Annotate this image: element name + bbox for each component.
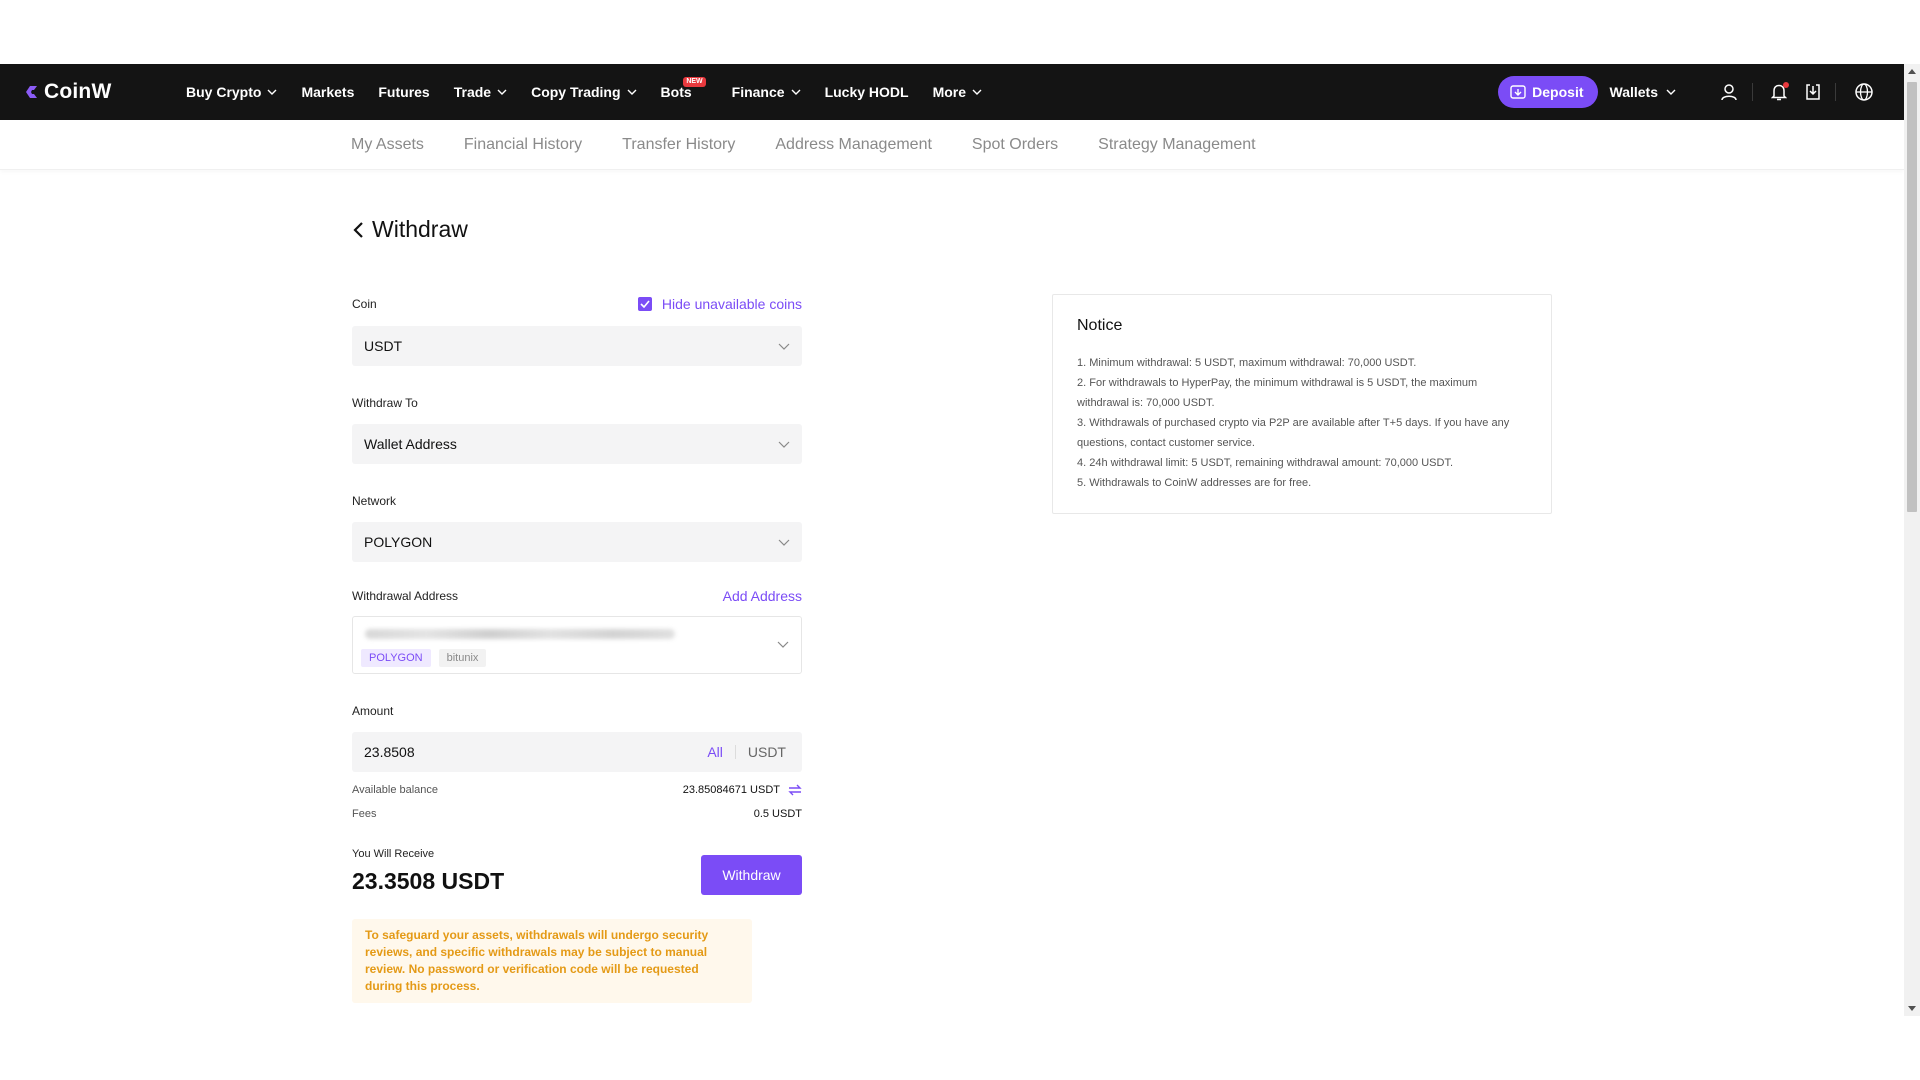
notice-item: 1. Minimum withdrawal: 5 USDT, maximum w…: [1077, 357, 1417, 369]
nav-label: Markets: [301, 84, 355, 100]
chevron-down-icon: [972, 89, 982, 95]
chevron-down-icon: [1666, 89, 1676, 95]
withdrawal-address-label: Withdrawal Address: [352, 589, 459, 603]
nav-futures[interactable]: Futures: [378, 84, 429, 100]
subnav-financial-history[interactable]: Financial History: [464, 136, 582, 154]
globe-icon[interactable]: [1854, 82, 1874, 102]
notice-item: 5. Withdrawals to CoinW addresses are fo…: [1077, 477, 1312, 489]
wallets-label: Wallets: [1609, 84, 1659, 100]
nav-lucky-hodl[interactable]: Lucky HODL: [825, 84, 909, 100]
receive-label: You Will Receive: [352, 848, 435, 860]
transfer-icon[interactable]: [788, 784, 802, 796]
receive-amount: 23.3508 USDT: [352, 868, 505, 894]
withdraw-button[interactable]: Withdraw: [701, 855, 802, 895]
notice-item: 3. Withdrawals of purchased crypto via P…: [1077, 417, 1510, 449]
user-icon[interactable]: [1720, 83, 1738, 101]
chevron-down-icon: [778, 343, 790, 350]
deposit-label: Deposit: [1532, 84, 1584, 100]
scroll-thumb[interactable]: [1907, 82, 1917, 512]
coin-label: Coin: [352, 297, 377, 311]
scroll-down-arrow[interactable]: [1908, 1006, 1916, 1011]
logo-text: CoinW: [44, 80, 112, 103]
nav-label: Copy Trading: [531, 84, 621, 100]
chevron-down-icon: [777, 641, 789, 648]
coinw-logo[interactable]: CoinW: [24, 80, 140, 104]
withdraw-to-label: Withdraw To: [352, 396, 418, 410]
download-icon[interactable]: [1805, 83, 1821, 101]
fees-value: 0.5 USDT: [753, 808, 802, 820]
coin-value: USDT: [364, 338, 403, 354]
amount-label: Amount: [352, 704, 394, 718]
notice-item: 2. For withdrawals to HyperPay, the mini…: [1077, 377, 1478, 409]
withdraw-to-select[interactable]: Wallet Address: [352, 424, 802, 464]
top-navbar: CoinW Buy Crypto Markets Futures Trade C…: [0, 64, 1904, 120]
chevron-down-icon: [791, 89, 801, 95]
deposit-button[interactable]: Deposit: [1498, 76, 1598, 108]
blurred-address: [365, 629, 675, 639]
notice-panel: Notice 1. Minimum withdrawal: 5 USDT, ma…: [1052, 294, 1552, 514]
subnav-strategy-management[interactable]: Strategy Management: [1098, 136, 1255, 154]
nav-label: More: [932, 84, 967, 100]
network-label: Network: [352, 494, 397, 508]
nav-label: Futures: [378, 84, 430, 100]
nav-divider: [1752, 83, 1753, 101]
nav-markets[interactable]: Markets: [301, 84, 354, 100]
subnav-address-management[interactable]: Address Management: [775, 136, 932, 154]
browser-blank-area: [0, 0, 1904, 64]
chevron-down-icon: [778, 539, 790, 546]
amount-all-button[interactable]: All: [707, 745, 736, 759]
withdraw-to-value: Wallet Address: [364, 436, 457, 452]
security-warning: To safeguard your assets, withdrawals wi…: [352, 919, 752, 1003]
nav-finance[interactable]: Finance: [732, 84, 801, 100]
network-value: POLYGON: [364, 534, 433, 550]
notice-title: Notice: [1077, 317, 1123, 334]
amount-field: All USDT: [352, 732, 802, 772]
page-header: Withdraw: [352, 216, 468, 243]
subnav-transfer-history[interactable]: Transfer History: [622, 136, 735, 154]
subnav-my-assets[interactable]: My Assets: [351, 136, 424, 154]
wallets-menu[interactable]: Wallets: [1610, 84, 1677, 100]
back-arrow-icon[interactable]: [352, 220, 366, 240]
add-address-link[interactable]: Add Address: [723, 588, 802, 604]
chevron-down-icon: [627, 89, 637, 95]
withdraw-form: Coin Hide unavailable coins USDT Withdra…: [352, 290, 802, 1003]
chevron-down-icon: [778, 441, 790, 448]
nav-more[interactable]: More: [933, 84, 982, 100]
amount-input[interactable]: [364, 744, 708, 760]
nav-label: Lucky HODL: [824, 84, 909, 100]
chevron-down-icon: [497, 89, 507, 95]
notification-dot: [1783, 82, 1789, 88]
nav-buy-crypto[interactable]: Buy Crypto: [186, 84, 277, 100]
nav-trade[interactable]: Trade: [454, 84, 507, 100]
nav-label: Finance: [731, 84, 785, 100]
chevron-down-icon: [267, 89, 277, 95]
assets-subnav: My Assets Financial History Transfer His…: [0, 120, 1904, 170]
page-title: Withdraw: [372, 216, 468, 242]
bell-icon[interactable]: [1771, 82, 1789, 101]
address-name-tag: bitunix: [438, 649, 487, 667]
network-select[interactable]: POLYGON: [352, 522, 802, 562]
hide-unavailable-label: Hide unavailable coins: [661, 296, 802, 312]
nav-divider: [1835, 83, 1836, 101]
nav-bots[interactable]: Bots NEW: [661, 77, 706, 100]
scroll-up-arrow[interactable]: [1908, 69, 1916, 74]
nav-copy-trading[interactable]: Copy Trading: [531, 84, 637, 100]
notice-item: 4. 24h withdrawal limit: 5 USDT, remaini…: [1077, 457, 1453, 469]
coin-select[interactable]: USDT: [352, 326, 802, 366]
available-balance-value: 23.85084671 USDT: [682, 784, 780, 796]
fees-label: Fees: [352, 808, 377, 820]
coinw-logo-icon: [26, 86, 37, 98]
amount-unit: USDT: [747, 744, 786, 760]
vertical-scrollbar[interactable]: [1904, 64, 1920, 1016]
subnav-spot-orders[interactable]: Spot Orders: [972, 136, 1058, 154]
nav-label: Trade: [453, 84, 492, 100]
deposit-icon: [1510, 85, 1526, 99]
nav-label: Buy Crypto: [186, 84, 262, 100]
new-badge: NEW: [683, 77, 706, 87]
hide-unavailable-checkbox[interactable]: Hide unavailable coins: [637, 296, 802, 312]
withdrawal-address-select[interactable]: POLYGON bitunix: [352, 616, 802, 674]
checkbox-checked-icon: [637, 297, 652, 311]
network-tag: POLYGON: [361, 649, 431, 667]
available-balance-label: Available balance: [352, 784, 439, 796]
